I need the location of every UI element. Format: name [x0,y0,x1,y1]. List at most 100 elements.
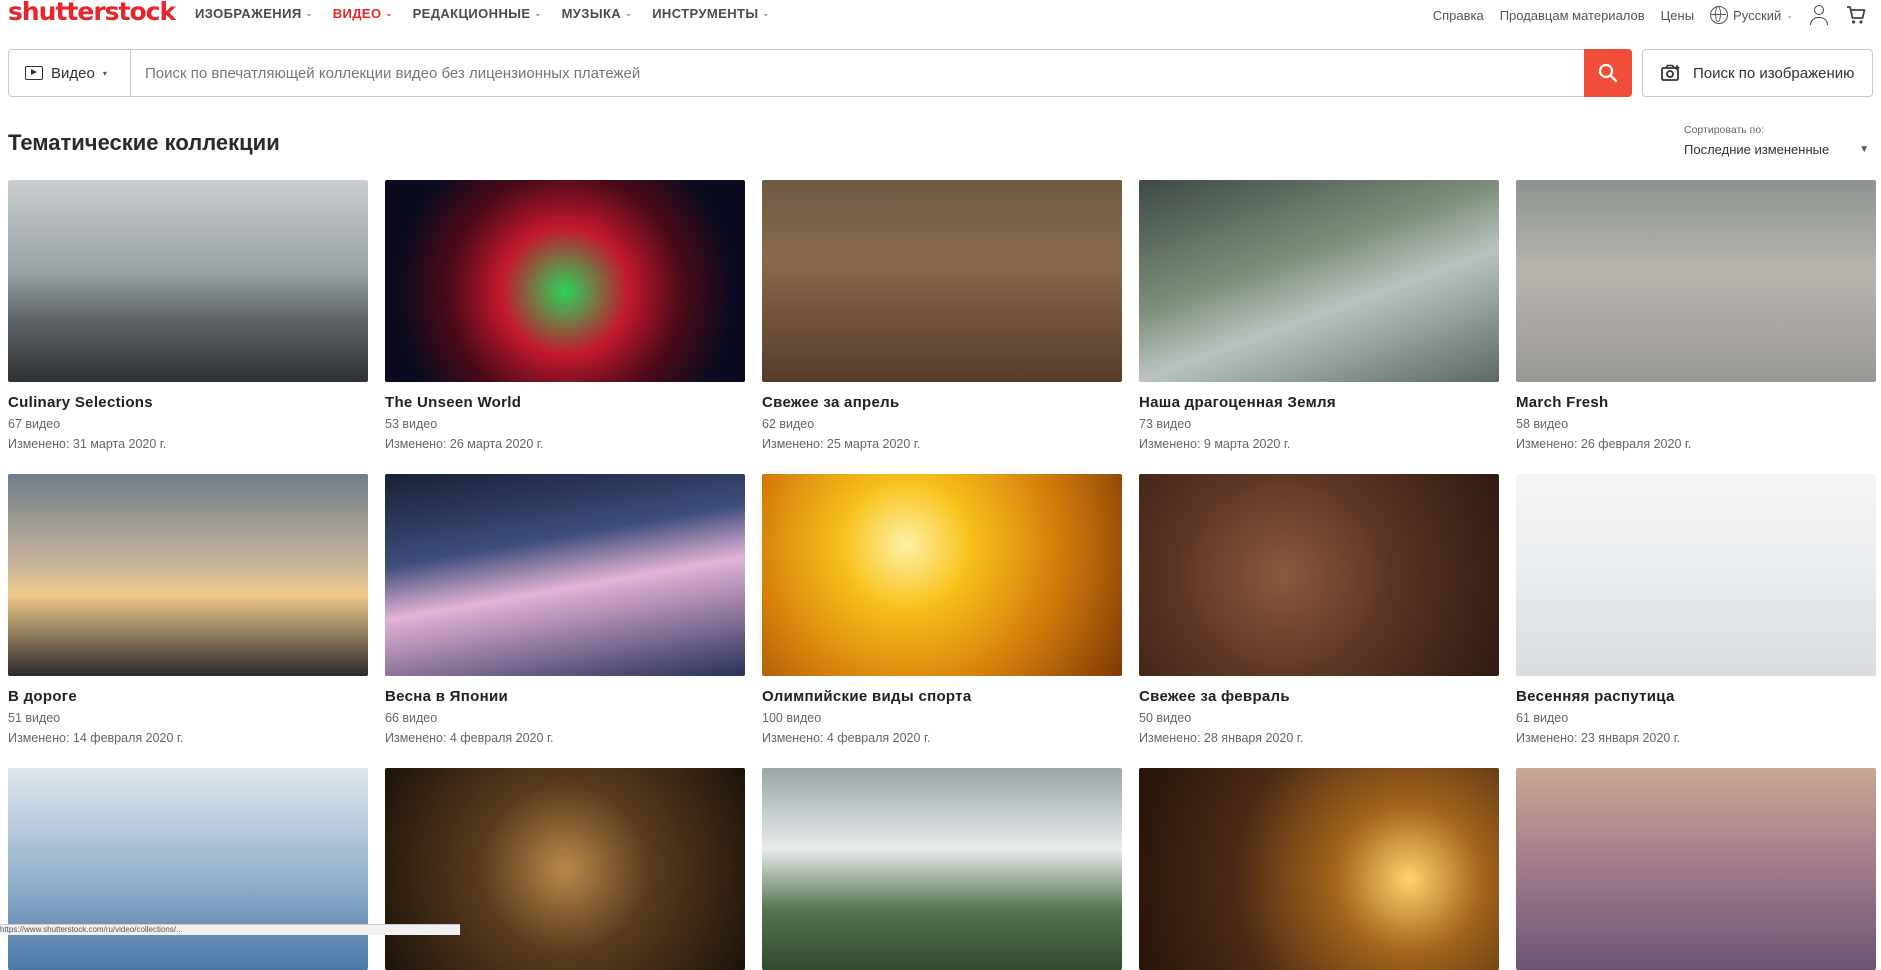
camera-icon [1661,64,1680,81]
account-button[interactable] [1809,4,1829,26]
collection-thumbnail [1516,768,1876,970]
chevron-down-icon: ⌄ [385,9,393,18]
collection-modified: Изменено: 9 марта 2020 г. [1139,437,1291,451]
collection-modified: Изменено: 28 января 2020 г. [1139,731,1304,745]
chevron-down-icon: ⌄ [762,9,770,18]
shutterstock-logo[interactable]: shutterstock [8,0,176,26]
menu-editorial[interactable]: РЕДАКЦИОННЫЕ ⌄ [413,6,542,21]
top-nav: shutterstock ИЗОБРАЖЕНИЯ ⌄ ВИДЕО ⌄ РЕДАКЦИ… [0,0,1881,30]
chevron-down-icon: ⌄ [534,9,542,18]
collection-modified: Изменено: 4 февраля 2020 г. [385,731,554,745]
collection-modified: Изменено: 31 марта 2020 г. [8,437,167,451]
collection-title: Свежее за апрель [762,394,900,411]
language-label: Русский [1733,7,1782,23]
collection-count: 73 видео [1139,417,1192,431]
language-selector[interactable]: Русский ⌄ [1710,6,1793,24]
menu-images[interactable]: ИЗОБРАЖЕНИЯ ⌄ [195,6,313,21]
collection-card[interactable]: Весна в Японии 66 видео Изменено: 4 февр… [385,474,745,745]
sellers-link[interactable]: Продавцам материалов [1500,8,1645,23]
collection-card[interactable] [1139,768,1499,970]
collection-thumbnail [8,474,368,676]
menu-music-label: МУЗЫКА [561,6,622,21]
chevron-down-icon: ▾ [102,68,107,78]
collection-title: March Fresh [1516,394,1609,411]
collection-card[interactable]: Свежее за февраль 50 видео Изменено: 28 … [1139,474,1499,745]
search-bar: Видео ▾ [8,49,1632,97]
cart-button[interactable] [1845,4,1867,26]
collection-modified: Изменено: 25 марта 2020 г. [762,437,921,451]
menu-video-label: ВИДЕО [332,6,382,21]
chevron-down-icon: ⌄ [305,9,313,18]
collection-thumbnail [762,180,1122,382]
collection-card[interactable] [762,768,1122,970]
menu-tools[interactable]: ИНСТРУМЕНТЫ ⌄ [652,6,769,21]
collection-count: 66 видео [385,711,438,725]
collection-thumbnail [8,768,368,970]
collection-card[interactable]: Олимпийские виды спорта 100 видео Измене… [762,474,1122,745]
collection-title: Весна в Японии [385,688,508,705]
collection-thumbnail [1139,768,1499,970]
collection-modified: Изменено: 26 февраля 2020 г. [1516,437,1692,451]
collection-title: Олимпийские виды спорта [762,688,972,705]
chevron-down-icon: ⌄ [625,9,633,18]
media-type-select[interactable]: Видео ▾ [9,50,131,96]
collection-card[interactable]: Culinary Selections 67 видео Изменено: 3… [8,180,368,451]
main-menu: ИЗОБРАЖЕНИЯ ⌄ ВИДЕО ⌄ РЕДАКЦИОННЫЕ ⌄ МУЗЫКА… [195,6,770,21]
collection-modified: Изменено: 26 марта 2020 г. [385,437,544,451]
collection-title: Весенняя распутица [1516,688,1675,705]
search-button[interactable] [1584,49,1632,97]
collection-thumbnail [1516,474,1876,676]
collection-modified: Изменено: 23 января 2020 г. [1516,731,1681,745]
search-icon [1598,63,1618,83]
collection-title: Culinary Selections [8,394,153,411]
collection-count: 100 видео [762,711,822,725]
collection-count: 62 видео [762,417,815,431]
collection-thumbnail [762,474,1122,676]
collection-title: Наша драгоценная Земля [1139,394,1336,411]
collection-card[interactable] [385,768,745,970]
collection-modified: Изменено: 4 февраля 2020 г. [762,731,931,745]
user-icon [1809,4,1829,26]
cart-icon [1847,6,1866,24]
collection-count: 67 видео [8,417,61,431]
collection-thumbnail [385,180,745,382]
image-search-label: Поиск по изображению [1693,64,1855,82]
collection-title: В дороге [8,688,77,705]
collection-card[interactable]: Весенняя распутица 61 видео Изменено: 23… [1516,474,1876,745]
collection-card[interactable]: The Unseen World 53 видео Изменено: 26 м… [385,180,745,451]
help-link[interactable]: Справка [1433,8,1484,23]
collection-count: 61 видео [1516,711,1569,725]
collection-card[interactable]: В дороге 51 видео Изменено: 14 февраля 2… [8,474,368,745]
search-input[interactable] [131,50,1584,96]
collection-title: Свежее за февраль [1139,688,1290,705]
sort-value: Последние измененные [1684,142,1830,157]
collection-thumbnail [8,180,368,382]
globe-icon [1710,6,1729,24]
collection-card[interactable]: Свежее за апрель 62 видео Изменено: 25 м… [762,180,1122,451]
collection-card[interactable] [8,768,368,970]
image-search-button[interactable]: Поиск по изображению [1642,49,1873,97]
page-title: Тематические коллекции [8,130,280,155]
pricing-link[interactable]: Цены [1661,8,1694,23]
menu-tools-label: ИНСТРУМЕНТЫ [652,6,759,21]
media-type-label: Видео [51,64,95,82]
collection-title: The Unseen World [385,394,522,411]
caret-down-icon: ▼ [1859,144,1870,155]
browser-status-bar: https://www.shutterstock.com/ru/video/co… [0,924,460,935]
collection-thumbnail [1139,180,1499,382]
collection-card[interactable] [1516,768,1876,970]
sort-select[interactable]: Последние измененные ▼ [1684,142,1869,157]
menu-images-label: ИЗОБРАЖЕНИЯ [195,6,302,21]
collection-thumbnail [1516,180,1876,382]
menu-music[interactable]: МУЗЫКА ⌄ [562,6,633,21]
collection-count: 53 видео [385,417,438,431]
menu-video[interactable]: ВИДЕО ⌄ [333,6,393,21]
menu-editorial-label: РЕДАКЦИОННЫЕ [412,6,531,21]
collection-thumbnail [385,768,745,970]
collection-card[interactable]: Наша драгоценная Земля 73 видео Изменено… [1139,180,1499,451]
collection-thumbnail [1139,474,1499,676]
collection-count: 58 видео [1516,417,1569,431]
collection-card[interactable]: March Fresh 58 видео Изменено: 26 феврал… [1516,180,1876,451]
right-menu: Справка Продавцам материалов Цены Русски… [1433,4,1867,26]
collection-count: 51 видео [8,711,61,725]
